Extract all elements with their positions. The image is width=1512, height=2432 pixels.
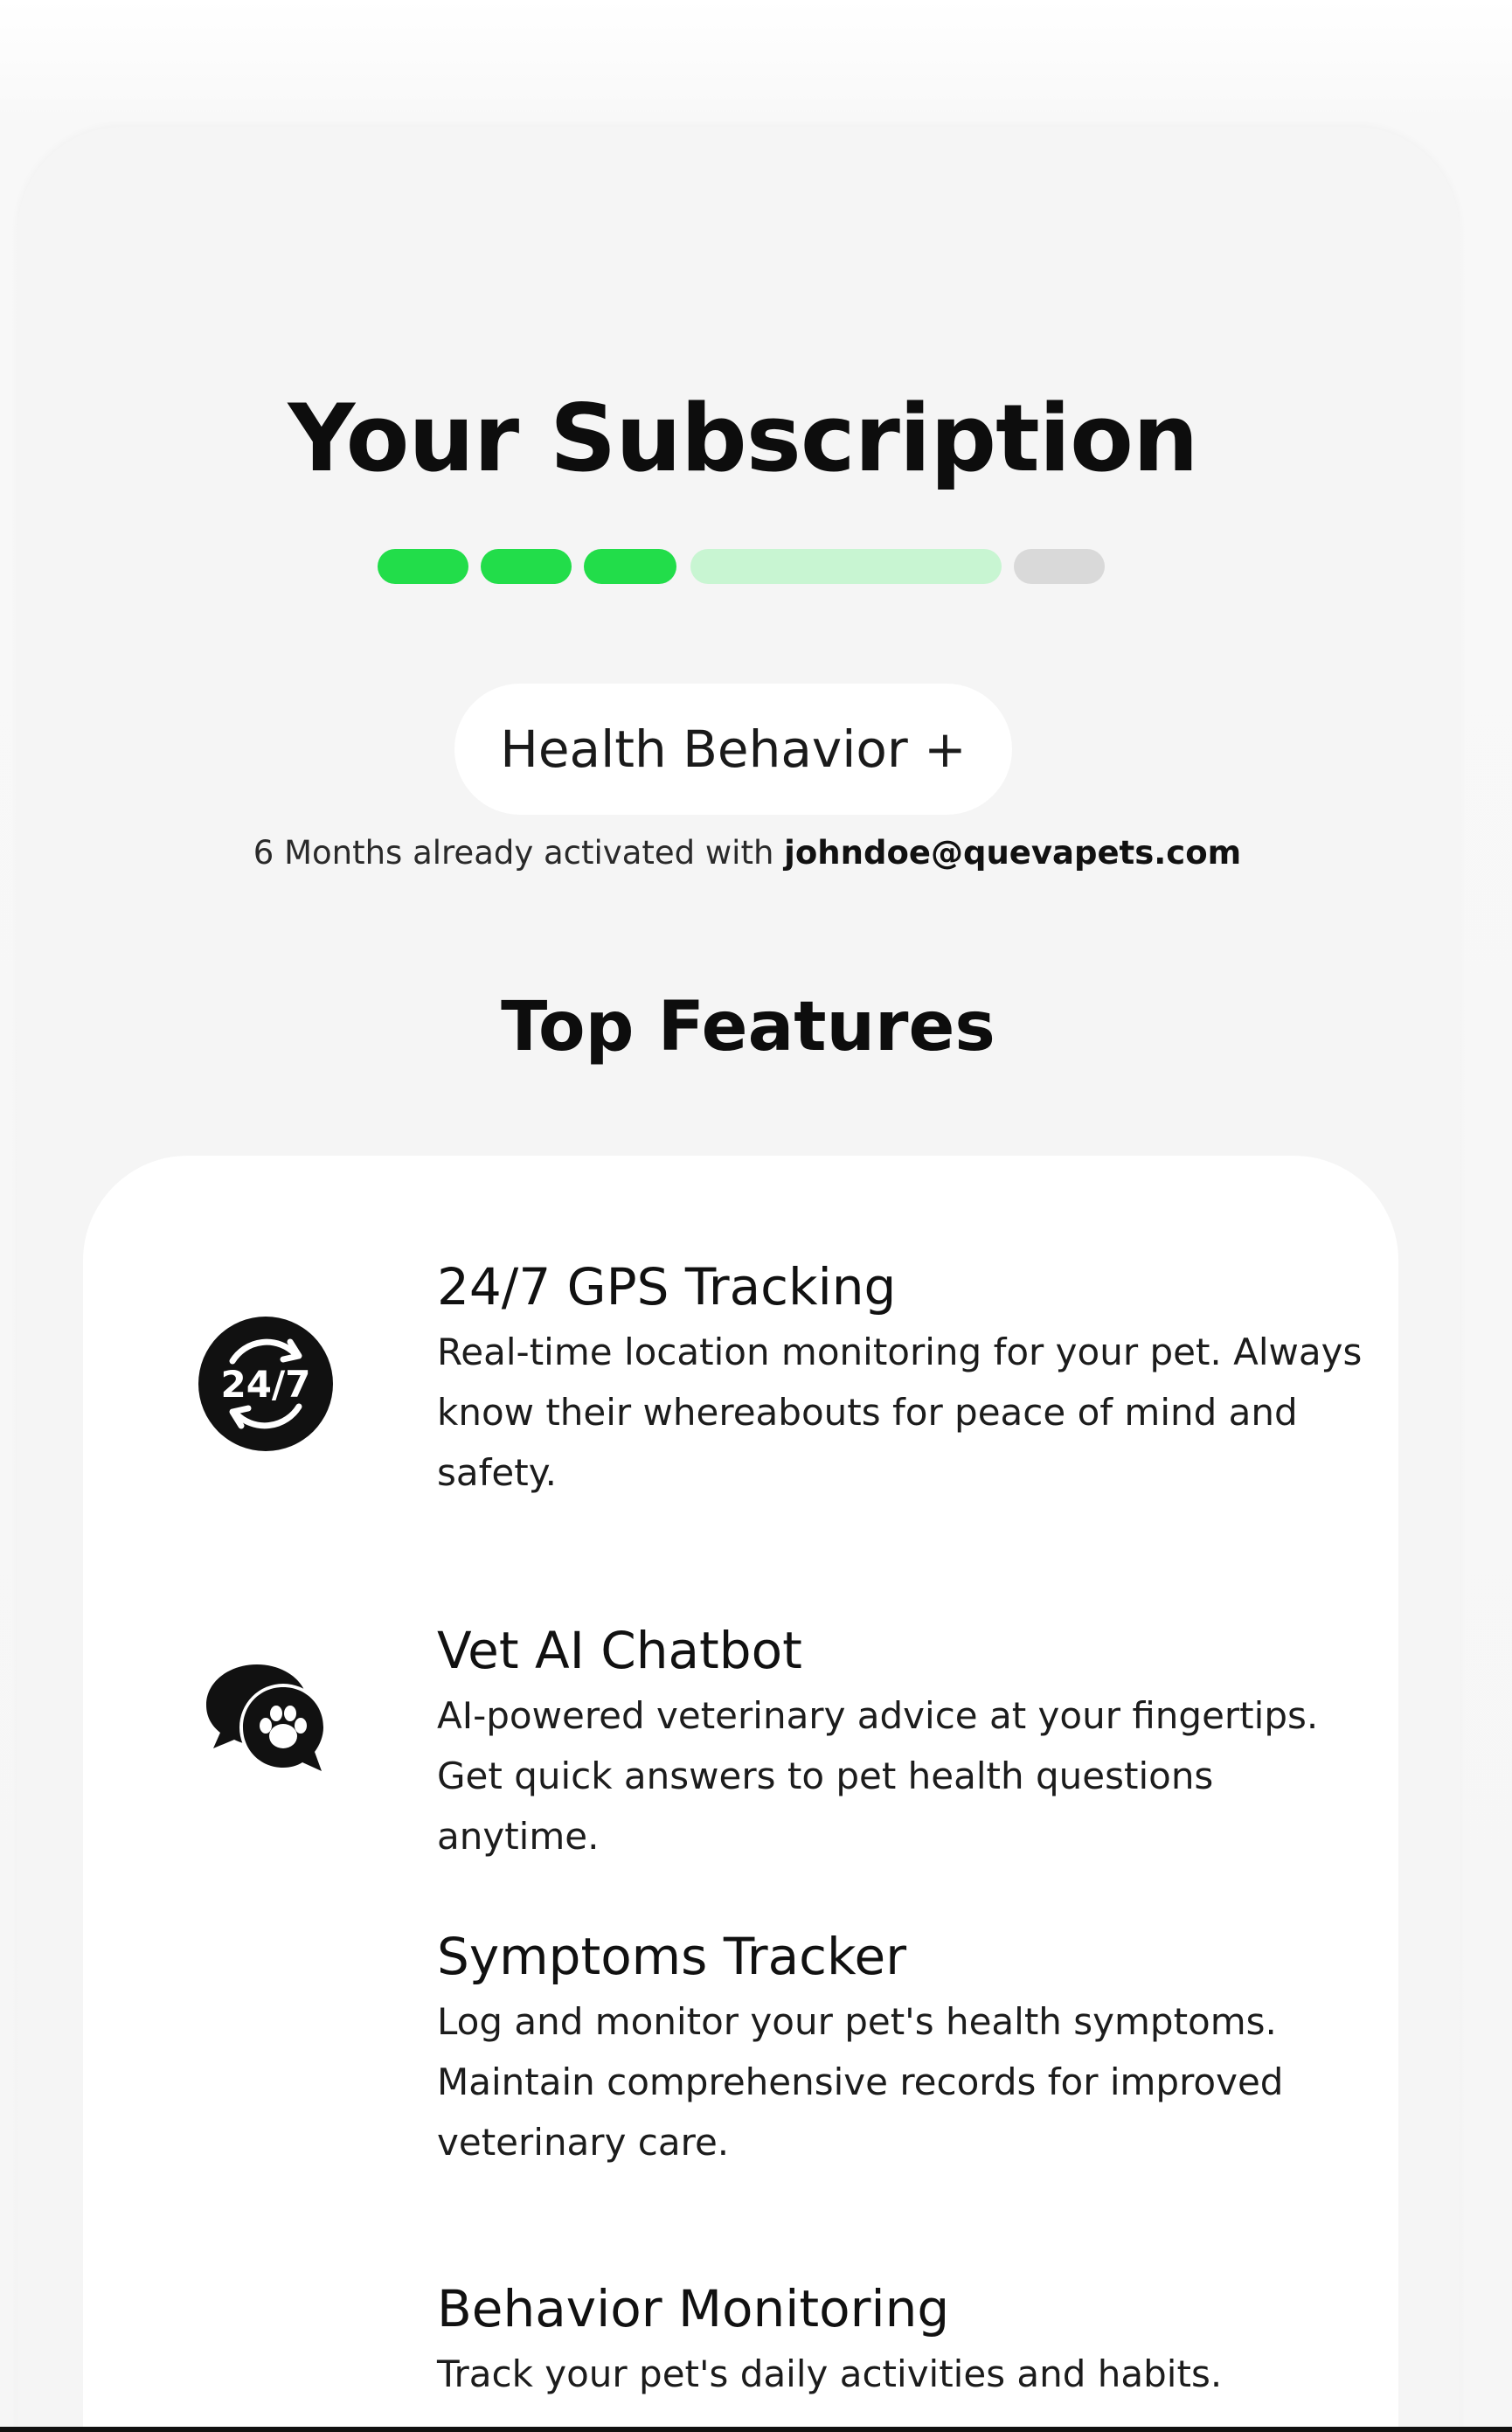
activation-status: 6 Months already activated with johndoe@… <box>0 829 1495 878</box>
progress-segment-pending <box>1014 549 1105 584</box>
progress-segment-complete <box>378 549 468 584</box>
feature-description: Track your pet's daily activities and ha… <box>437 2352 1223 2395</box>
feature-description: Real-time location monitoring for your p… <box>437 1331 1363 1494</box>
feature-title: Behavior Monitoring <box>437 2279 950 2338</box>
24-7-icon: 24/7 <box>198 1316 334 1452</box>
feature-title: 24/7 GPS Tracking <box>437 1257 897 1317</box>
section-title-top-features: Top Features <box>501 988 995 1067</box>
feature-description: Log and monitor your pet's health sympto… <box>437 2000 1284 2164</box>
subscription-progress-bar <box>0 549 1512 584</box>
feature-item-symptoms-tracker: Symptoms Tracker Log and monitor your pe… <box>437 1921 1381 2172</box>
feature-item-behavior-monitoring: Behavior Monitoring Track your pet's dai… <box>437 2274 1381 2404</box>
progress-segment-complete <box>481 549 572 584</box>
feature-title: Symptoms Tracker <box>437 1927 907 1986</box>
plan-name-badge[interactable]: Health Behavior + <box>454 684 1012 815</box>
account-email: johndoe@quevapets.com <box>784 834 1242 872</box>
feature-item-vet-ai-chatbot: Vet AI Chatbot AI-powered veterinary adv… <box>437 1616 1381 1866</box>
page-title: Your Subscription <box>288 385 1199 492</box>
svg-text:24/7: 24/7 <box>220 1363 310 1406</box>
progress-segment-current <box>690 549 1002 584</box>
progress-segment-complete <box>584 549 676 584</box>
activation-text: 6 Months already activated with <box>253 834 785 872</box>
feature-item-gps-tracking: 24/7 GPS Tracking Real-time location mon… <box>437 1252 1381 1503</box>
chat-paw-icon <box>203 1661 329 1775</box>
bottom-edge <box>0 2427 1512 2432</box>
feature-title: Vet AI Chatbot <box>437 1621 802 1680</box>
feature-description: AI-powered veterinary advice at your fin… <box>437 1694 1319 1858</box>
